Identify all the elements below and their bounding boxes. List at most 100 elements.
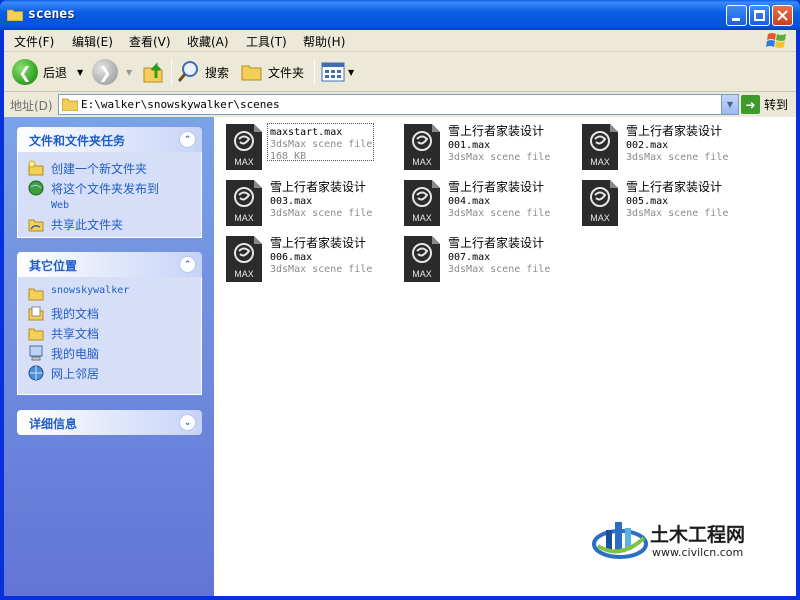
go-label: 转到: [764, 98, 789, 112]
windows-logo-icon: [766, 33, 786, 48]
menu-bar: 文件(F) 编辑(E) 查看(V) 收藏(A) 工具(T) 帮助(H): [4, 30, 796, 52]
details-header[interactable]: 详细信息 ⌄: [17, 410, 202, 435]
address-path: E:\walker\snowskywalker\scenes: [81, 98, 280, 111]
file-item-007[interactable]: MAX 雪上行者家装设计 007.max 3dsMax scene file: [404, 236, 582, 288]
views-button[interactable]: ▼: [321, 58, 354, 86]
max-file-icon: MAX: [226, 124, 262, 170]
address-bar: 地址(D) E:\walker\snowskywalker\scenes ▼ ➜…: [4, 92, 796, 117]
watermark-logo-icon: [592, 522, 648, 559]
file-item-006[interactable]: MAX 雪上行者家装设计 006.max 3dsMax scene file: [226, 236, 404, 288]
place-my-computer[interactable]: 我的电脑: [28, 345, 99, 362]
place-my-documents[interactable]: 我的文档: [28, 305, 99, 322]
file-name: 雪上行者家装设计: [448, 180, 545, 194]
max-file-icon: MAX: [226, 180, 262, 226]
minimize-button[interactable]: [726, 5, 747, 26]
my-computer-icon: [29, 345, 43, 361]
task-pane: 文件和文件夹任务 ⌃ 创建一个新文件夹 将这个文件夹发布到 Web 共享此文件夹…: [4, 117, 214, 596]
max-file-icon: MAX: [404, 124, 440, 170]
task-publish-web[interactable]: 将这个文件夹发布到 Web: [28, 180, 159, 211]
up-folder-button[interactable]: [142, 58, 166, 86]
place-shared-documents[interactable]: 共享文档: [28, 325, 99, 342]
file-item-002[interactable]: MAX 雪上行者家装设计 002.max 3dsMax scene file: [582, 124, 760, 176]
folders-button[interactable]: 文件夹: [241, 58, 304, 86]
menu-edit[interactable]: 编辑(E): [72, 33, 113, 50]
chevron-down-icon: ▼: [348, 67, 355, 77]
search-button[interactable]: 搜索: [177, 58, 229, 86]
file-item-001[interactable]: MAX 雪上行者家装设计 001.max 3dsMax scene file: [404, 124, 582, 176]
my-documents-icon: [28, 306, 44, 321]
forward-button[interactable]: ❯ ▼: [92, 58, 132, 86]
task-label: 共享此文件夹: [51, 218, 124, 232]
address-label: 地址(D): [10, 99, 53, 113]
max-file-icon: MAX: [226, 236, 262, 282]
close-button[interactable]: [772, 5, 793, 26]
collapse-icon[interactable]: ⌃: [179, 256, 196, 273]
search-icon: [177, 61, 198, 82]
place-label: 共享文档: [51, 327, 100, 341]
file-name-ext: 006.max: [270, 252, 313, 263]
window-title: scenes: [28, 7, 75, 22]
expand-icon[interactable]: ⌄: [179, 414, 196, 431]
chevron-down-icon: ▼: [77, 67, 84, 77]
menu-file[interactable]: 文件(F): [14, 33, 54, 50]
menu-help[interactable]: 帮助(H): [303, 33, 345, 50]
file-name: 雪上行者家装设计: [626, 180, 723, 194]
file-item-003[interactable]: MAX 雪上行者家装设计 003.max 3dsMax scene file: [226, 180, 404, 232]
search-label: 搜索: [205, 65, 230, 80]
file-name-ext: 005.max: [626, 196, 669, 207]
details-title: 详细信息: [29, 417, 78, 431]
new-folder-icon: [28, 160, 44, 176]
file-name: 雪上行者家装设计: [448, 236, 545, 250]
chevron-down-icon: ▼: [126, 67, 133, 77]
back-button[interactable]: ❮ 后退 ▼: [12, 58, 83, 86]
address-dropdown-button[interactable]: ▼: [721, 95, 738, 114]
other-places-header[interactable]: 其它位置 ⌃: [17, 252, 202, 277]
place-network[interactable]: 网上邻居: [28, 365, 99, 382]
task-share-folder[interactable]: 共享此文件夹: [28, 216, 123, 233]
file-icon-label: MAX: [412, 157, 432, 167]
toolbar: ❮ 后退 ▼ ❯ ▼ 搜索 文件夹 ▼: [4, 52, 796, 92]
file-icon-label: MAX: [412, 269, 432, 279]
up-folder-icon: [143, 62, 163, 83]
network-places-icon: [28, 365, 44, 381]
file-icon-label: MAX: [234, 157, 254, 167]
menu-favorites[interactable]: 收藏(A): [187, 33, 229, 50]
max-file-icon: MAX: [404, 236, 440, 282]
folders-icon: [241, 65, 262, 81]
collapse-icon[interactable]: ⌃: [179, 131, 196, 148]
file-item-004[interactable]: MAX 雪上行者家装设计 004.max 3dsMax scene file: [404, 180, 582, 232]
file-type: 3dsMax scene file: [626, 152, 729, 163]
view-grid-icon: [321, 62, 345, 82]
menu-tools[interactable]: 工具(T): [246, 33, 287, 50]
share-folder-icon: [28, 219, 44, 232]
place-label: snowskywalker: [51, 285, 130, 296]
watermark: 土木工程网 www.civilcn.com: [592, 516, 782, 566]
file-name: maxstart.max: [270, 127, 343, 138]
file-type: 3dsMax scene file: [626, 208, 729, 219]
watermark-url: www.civilcn.com: [652, 546, 744, 559]
file-type: 3dsMax scene file: [448, 152, 551, 163]
tasks-panel-header[interactable]: 文件和文件夹任务 ⌃: [17, 127, 202, 152]
maximize-button[interactable]: [749, 5, 770, 26]
back-label: 后退: [43, 65, 68, 80]
file-icon-label: MAX: [234, 213, 254, 223]
go-button[interactable]: ➜ 转到: [741, 94, 788, 115]
back-arrow-icon: ❮: [12, 59, 38, 85]
menu-view[interactable]: 查看(V): [129, 33, 171, 50]
file-item-005[interactable]: MAX 雪上行者家装设计 005.max 3dsMax scene file: [582, 180, 760, 232]
folder-icon: [62, 98, 78, 111]
address-input[interactable]: E:\walker\snowskywalker\scenes ▼: [58, 94, 739, 115]
task-new-folder[interactable]: 创建一个新文件夹: [28, 160, 147, 177]
file-name: 雪上行者家装设计: [448, 124, 545, 138]
file-name-ext: 007.max: [448, 252, 491, 263]
folder-icon: [7, 9, 23, 21]
watermark-name: 土木工程网: [650, 524, 746, 546]
file-type: 3dsMax scene file: [448, 264, 551, 275]
folders-label: 文件夹: [268, 65, 305, 80]
place-snowskywalker[interactable]: snowskywalker: [28, 285, 129, 301]
place-label: 我的电脑: [51, 347, 100, 361]
tasks-panel: 文件和文件夹任务 ⌃ 创建一个新文件夹 将这个文件夹发布到 Web 共享此文件夹: [17, 127, 202, 238]
title-bar[interactable]: scenes: [0, 0, 800, 30]
file-item-maxstart[interactable]: MAX maxstart.max 3dsMax scene file 168 K…: [226, 123, 404, 176]
place-label: 我的文档: [51, 307, 100, 321]
